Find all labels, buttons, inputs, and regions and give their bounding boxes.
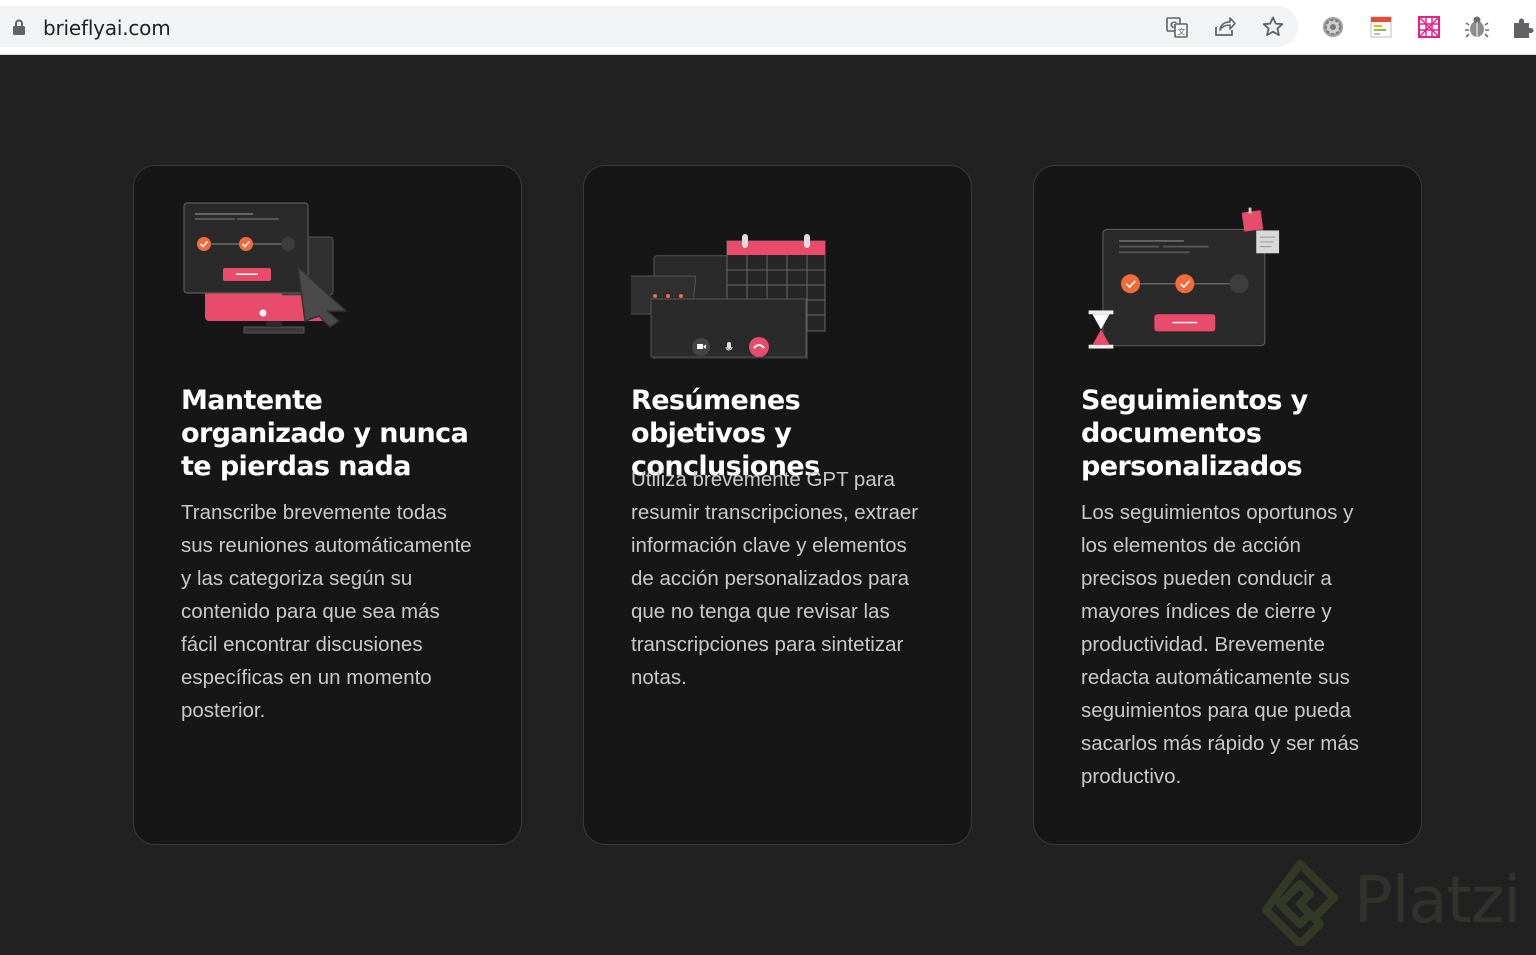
translate-icon[interactable]: G文: [1165, 15, 1189, 39]
video-call-calendar-illustration: [631, 234, 826, 359]
bookmark-star-icon[interactable]: [1261, 15, 1285, 39]
card-description: Los seguimientos oportunos y los element…: [1081, 501, 1359, 788]
browser-toolbar: brieflyai.com G文: [0, 0, 1536, 55]
grid-extension-icon[interactable]: [1416, 14, 1442, 40]
lock-icon[interactable]: [12, 19, 26, 35]
platzi-logo-icon: [1262, 860, 1338, 948]
notes-extension-icon[interactable]: [1368, 14, 1394, 40]
card-title: Mantente organizado y nunca te pierdas n…: [181, 385, 469, 482]
card-description: Utiliza brevemente GPT para resumir tran…: [631, 468, 919, 689]
feature-card-followups: Seguimientos y documentos personalizados…: [1033, 165, 1422, 845]
card-title: Seguimientos y documentos personalizados: [1081, 385, 1308, 482]
feature-card-organize: Mantente organizado y nunca te pierdas n…: [133, 165, 522, 845]
platzi-watermark: Platzi: [1262, 858, 1524, 948]
address-bar[interactable]: brieflyai.com G文: [0, 6, 1298, 47]
share-icon[interactable]: [1213, 15, 1237, 39]
svg-text:文: 文: [1178, 27, 1186, 37]
watermark-text: Platzi: [1354, 864, 1521, 938]
puzzle-extensions-icon[interactable]: [1510, 14, 1536, 40]
followup-documents-illustration: [1088, 207, 1280, 349]
card-description: Transcribe brevemente todas sus reunione…: [181, 501, 472, 722]
monitor-workflow-illustration: [183, 202, 347, 334]
url-text[interactable]: brieflyai.com: [43, 16, 171, 40]
bug-extension-icon[interactable]: [1464, 14, 1490, 40]
settings-extension-icon[interactable]: [1320, 14, 1346, 40]
feature-card-summaries: Resúmenes objetivos y conclusiones Utili…: [583, 165, 972, 845]
